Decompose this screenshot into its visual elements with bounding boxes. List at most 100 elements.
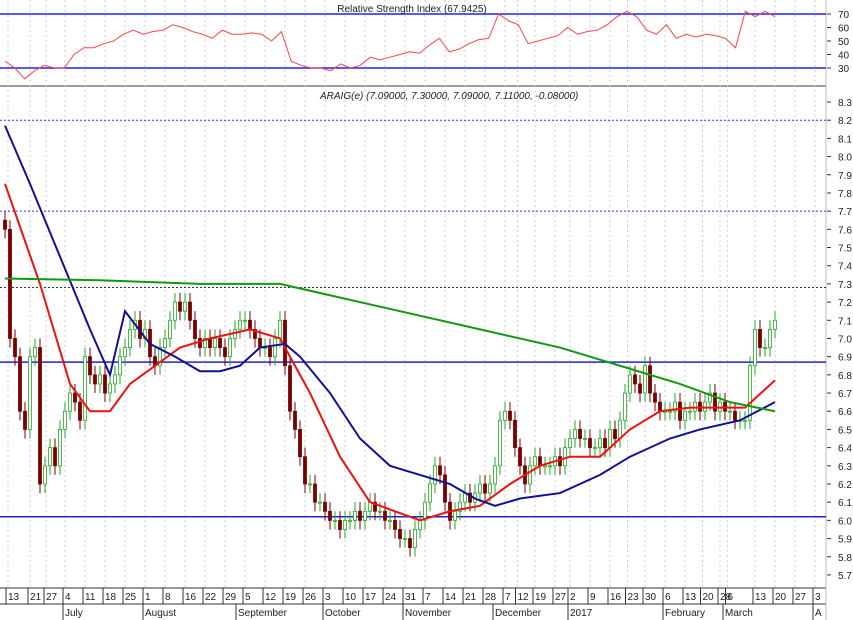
price-axis-label: 7.7 [838, 207, 852, 218]
price-axis-label: 8.3 [838, 98, 852, 109]
candle-body [428, 483, 432, 503]
x-tick-label: 28 [485, 592, 497, 603]
x-tick-label: 16 [610, 592, 622, 603]
price-axis-label: 6.2 [838, 480, 852, 491]
candle-body [288, 365, 292, 412]
price-axis-label: 6.0 [838, 516, 852, 527]
x-month-label: October [325, 608, 361, 619]
price-axis-label: 5.8 [838, 553, 852, 564]
price-axis-label: 6.6 [838, 407, 852, 418]
candle-body [8, 228, 12, 339]
candle-body [728, 410, 732, 413]
candle-body [323, 501, 327, 512]
x-tick-label: 24 [385, 592, 397, 603]
candle-body [48, 447, 52, 467]
candle-body [603, 438, 607, 449]
x-tick-label: 10 [345, 592, 357, 603]
candle-body [313, 483, 317, 503]
candle-body [733, 410, 737, 421]
candle-body [378, 510, 382, 513]
x-month-label: 2017 [570, 608, 593, 619]
x-tick-label: 18 [105, 592, 117, 603]
candle-body [43, 465, 47, 485]
candle-body [483, 483, 487, 494]
candle-body [33, 347, 37, 358]
candle-body [533, 456, 537, 467]
x-tick-label: 27 [795, 592, 807, 603]
x-month-label: July [65, 608, 83, 619]
candle-body [453, 510, 457, 521]
candle-body [168, 319, 172, 339]
candle-body [98, 374, 102, 385]
candle-body [103, 374, 107, 394]
x-tick-label: 19 [285, 592, 297, 603]
candle-body [358, 510, 362, 521]
candle-body [493, 465, 497, 485]
candle-body [488, 483, 492, 494]
price-axis-label: 5.7 [838, 571, 852, 582]
moving-average-medium [4, 125, 776, 507]
candle-body [13, 338, 17, 358]
candle-body [513, 419, 517, 449]
price-title: ARAIG(e) (7.09000, 7.30000, 7.09000, 7.1… [319, 91, 578, 102]
x-month-label: September [238, 608, 288, 619]
candle-body [443, 474, 447, 503]
x-tick-label: 6 [728, 592, 734, 603]
x-tick-label: 3 [325, 592, 331, 603]
x-month-label: February [665, 608, 705, 619]
rsi-axis-label: 50 [838, 37, 850, 48]
candle-body [343, 519, 347, 530]
x-month-label: August [145, 608, 176, 619]
candle-body [178, 301, 182, 312]
candle-body [743, 419, 747, 422]
x-tick-label: 9 [590, 592, 596, 603]
x-tick-label: 21 [30, 592, 42, 603]
candle-body [763, 347, 767, 349]
candle-body [623, 392, 627, 421]
candle-body [278, 319, 282, 339]
price-axis-label: 7.4 [838, 262, 852, 273]
x-tick-label: 4 [65, 592, 71, 603]
candle-body [753, 328, 757, 367]
candle-body [273, 338, 277, 358]
candle-body [648, 365, 652, 394]
price-axis-label: 8.2 [838, 116, 852, 127]
candle-body [223, 347, 227, 358]
candle-body [668, 410, 672, 413]
candle-body [293, 410, 297, 430]
candle-body [563, 447, 567, 467]
x-tick-label: 13 [685, 592, 697, 603]
candle-body [83, 356, 87, 421]
candle-body [3, 219, 7, 230]
candle-body [608, 429, 612, 449]
candle-body [348, 519, 352, 522]
chart-svg: 13 21 27 4 11 18 25 1 8 16 22 29 5 12 19 26 3 10 17 24 31 7 14… [0, 0, 852, 620]
price-axis-label: 8.1 [838, 134, 852, 145]
candle-body [568, 438, 572, 449]
x-tick-label: 27 [46, 592, 58, 603]
price-axis-label: 7.5 [838, 244, 852, 255]
candle-body [388, 519, 392, 522]
candle-body [363, 510, 367, 521]
candle-body [658, 401, 662, 412]
candle-body [53, 447, 57, 467]
candle-body [108, 383, 112, 394]
price-axis-label: 7.6 [838, 225, 852, 236]
candle-body [758, 328, 762, 348]
candle-body [538, 456, 542, 467]
candle-body [63, 410, 67, 430]
candle-body [28, 356, 32, 430]
x-month-label: November [405, 608, 452, 619]
candle-body [438, 465, 442, 476]
candle-body [558, 456, 562, 467]
candle-body [528, 465, 532, 485]
candle-body [163, 338, 167, 348]
candle-body [498, 419, 502, 467]
candle-body [113, 374, 117, 385]
candle-body [193, 319, 197, 339]
candle-body [198, 338, 202, 348]
candle-body [688, 410, 692, 413]
candle-body [68, 392, 72, 412]
x-month-label: March [725, 608, 753, 619]
x-tick-label: 13 [755, 592, 767, 603]
